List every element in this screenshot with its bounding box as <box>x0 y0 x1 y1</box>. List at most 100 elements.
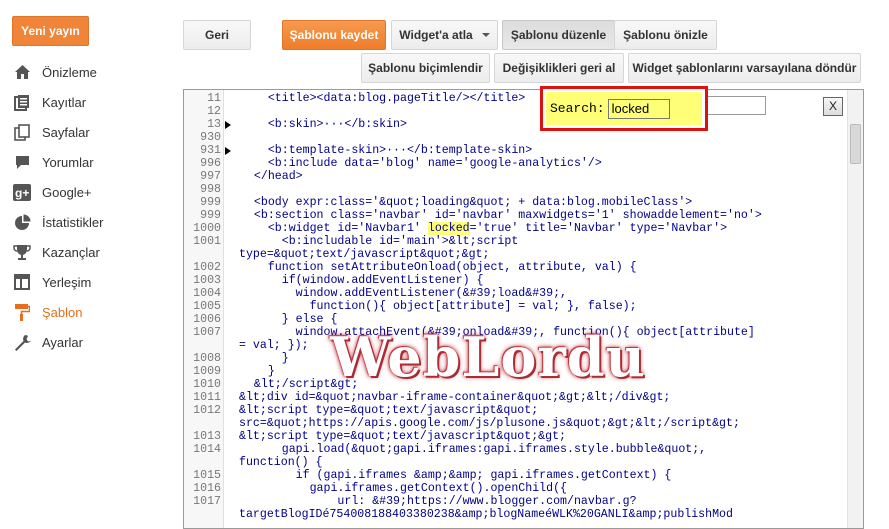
posts-icon <box>12 92 32 112</box>
code-line: 1003 if(window.addEventListener) { <box>184 274 844 287</box>
code-line: 996 <b:include data='blog' name='google-… <box>184 157 844 170</box>
code-line: 13 <b:skin>···</b:skin> <box>184 118 844 131</box>
code-text: } <box>240 365 275 378</box>
code-line: 1000 <b:widget id='Navbar1' locked='true… <box>184 222 844 235</box>
sidebar-item-pages[interactable]: Sayfalar <box>0 117 170 147</box>
code-line: 1001 <b:includable id='main'>&lt;script <box>184 235 844 248</box>
save-template-button[interactable]: Şablonu kaydet <box>282 20 386 50</box>
line-number: 1001 <box>193 235 221 248</box>
sidebar-item-comments[interactable]: Yorumlar <box>0 147 170 177</box>
sidebar-item-posts[interactable]: Kayıtlar <box>0 87 170 117</box>
preview-template-button[interactable]: Şablonu önizle <box>614 20 717 50</box>
sidebar-item-stats[interactable]: İstatistikler <box>0 207 170 237</box>
code-line: 1004 window.addEventListener(&#39;load&#… <box>184 287 844 300</box>
code-line: src=&quot;https://apis.google.com/js/plu… <box>184 417 844 430</box>
line-number: 1010 <box>193 378 221 391</box>
line-number: 999 <box>200 196 221 209</box>
code-text: <title><data:blog.pageTitle/></title> <box>240 92 526 105</box>
line-number: 12 <box>207 105 221 118</box>
code-line: 1017 url: &#39;https://www.blogger.com/n… <box>184 495 844 508</box>
sidebar-item-google-plus[interactable]: g+ Google+ <box>0 177 170 207</box>
sidebar-nav: Önizleme Kayıtlar Sayfalar Yorumlar g+ G… <box>0 57 170 357</box>
line-number: 13 <box>207 118 221 131</box>
revert-widget-templates-button[interactable]: Widget şablonlarını varsayılana döndür <box>628 53 861 83</box>
close-search-button[interactable]: X <box>823 97 843 116</box>
code-text: } <box>240 352 289 365</box>
revert-changes-button[interactable]: Değişiklikleri geri al <box>494 53 624 83</box>
layout-icon <box>12 272 32 292</box>
sidebar-item-label: Yorumlar <box>42 154 94 170</box>
code-line: 998 <box>184 183 844 196</box>
line-number: 997 <box>200 170 221 183</box>
code-line: 1014 gapi.load(&quot;gapi.iframes:gapi.i… <box>184 443 844 456</box>
code-text: </head> <box>240 170 303 183</box>
code-line: targetBlogIDé754008188403380238&amp;blog… <box>184 508 844 521</box>
chevron-down-icon <box>481 33 490 37</box>
code-text: <b:template-skin>···</b:template-skin> <box>240 144 533 157</box>
fold-marker-icon[interactable] <box>225 118 233 131</box>
line-number: 1003 <box>193 274 221 287</box>
code-text: type=&quot;text/javascript&quot;&gt; <box>239 248 490 261</box>
back-button[interactable]: Geri <box>183 20 251 50</box>
code-text: targetBlogIDé754008188403380238&amp;blog… <box>239 508 733 521</box>
line-number: 999 <box>200 209 221 222</box>
code-line: 931 <b:template-skin>···</b:template-ski… <box>184 144 844 157</box>
search-match-highlight: locked <box>427 222 470 235</box>
code-segment: <b:widget id='Navbar1' <box>240 222 428 235</box>
sidebar-item-label: Ayarlar <box>42 334 83 350</box>
google-plus-icon: g+ <box>12 182 32 202</box>
fold-marker-icon[interactable] <box>225 144 233 157</box>
search-field-extension[interactable] <box>708 96 766 115</box>
code-text: function() { <box>239 456 323 469</box>
sidebar-item-label: Google+ <box>42 184 92 200</box>
scrollbar-thumb[interactable] <box>850 124 861 164</box>
new-post-button[interactable]: Yeni yayın <box>12 16 89 46</box>
code-text: src=&quot;https://apis.google.com/js/plu… <box>239 417 740 430</box>
code-editor[interactable]: 11 <title><data:blog.pageTitle/></title>… <box>183 89 864 529</box>
sidebar-item-label: Kayıtlar <box>42 94 87 110</box>
line-number: 1006 <box>193 313 221 326</box>
line-number: 1014 <box>193 443 221 456</box>
editor-scrollbar[interactable] <box>847 90 863 528</box>
code-line: 1011 &lt;div id=&quot;navbar-iframe-conta… <box>184 391 844 404</box>
sidebar-item-earnings[interactable]: Kazançlar <box>0 237 170 267</box>
code-line: function() { <box>184 456 844 469</box>
sidebar-item-layout[interactable]: Yerleşim <box>0 267 170 297</box>
search-input[interactable] <box>607 98 670 119</box>
sidebar-item-settings[interactable]: Ayarlar <box>0 327 170 357</box>
trophy-icon <box>12 242 32 262</box>
wrench-icon <box>12 332 32 352</box>
paint-roller-icon <box>12 302 32 322</box>
code-text: function(){ object[attribute] = val; }, … <box>240 300 637 313</box>
code-text: if (gapi.iframes &amp;&amp; gapi.iframes… <box>240 469 672 482</box>
line-number: 1002 <box>193 261 221 274</box>
code-text: url: &#39;https://www.blogger.com/navbar… <box>240 495 637 508</box>
sidebar-item-label: Şablon <box>42 304 83 320</box>
line-number: 1004 <box>193 287 221 300</box>
search-label: Search: <box>550 101 605 116</box>
sidebar-item-template[interactable]: Şablon <box>0 297 170 327</box>
code-lines: 11 <title><data:blog.pageTitle/></title>… <box>184 92 844 521</box>
line-number: 1016 <box>193 482 221 495</box>
code-segment: ='true' title='Navbar' type='Navbar'> <box>469 222 728 235</box>
sidebar-item-overview[interactable]: Önizleme <box>0 57 170 87</box>
svg-text:g+: g+ <box>15 186 29 200</box>
code-line: 999 <b:section class='navbar' id='navbar… <box>184 209 844 222</box>
line-number: 1012 <box>193 404 221 417</box>
code-text: <body expr:class='&quot;loading&quot; + … <box>240 196 693 209</box>
code-line: 1005 function(){ object[attribute] = val… <box>184 300 844 313</box>
edit-template-button[interactable]: Şablonu düzenle <box>502 20 615 50</box>
line-number: 930 <box>200 131 221 144</box>
code-text: function setAttributeOnload(object, attr… <box>240 261 637 274</box>
home-icon <box>12 62 32 82</box>
line-number: 1008 <box>193 352 221 365</box>
code-line: 1013 &lt;script type=&quot;text/javascrip… <box>184 430 844 443</box>
code-text: <b:section class='navbar' id='navbar' ma… <box>240 209 762 222</box>
line-number: 1009 <box>193 365 221 378</box>
line-number: 1015 <box>193 469 221 482</box>
jump-to-widget-dropdown[interactable]: Widget'a atla <box>391 20 498 50</box>
format-template-button[interactable]: Şablonu biçimlendir <box>361 53 490 83</box>
code-line: type=&quot;text/javascript&quot;&gt; <box>184 248 844 261</box>
code-line: 999 <body expr:class='&quot;loading&quot… <box>184 196 844 209</box>
code-text: &lt;script type=&quot;text/javascript&qu… <box>239 404 539 417</box>
